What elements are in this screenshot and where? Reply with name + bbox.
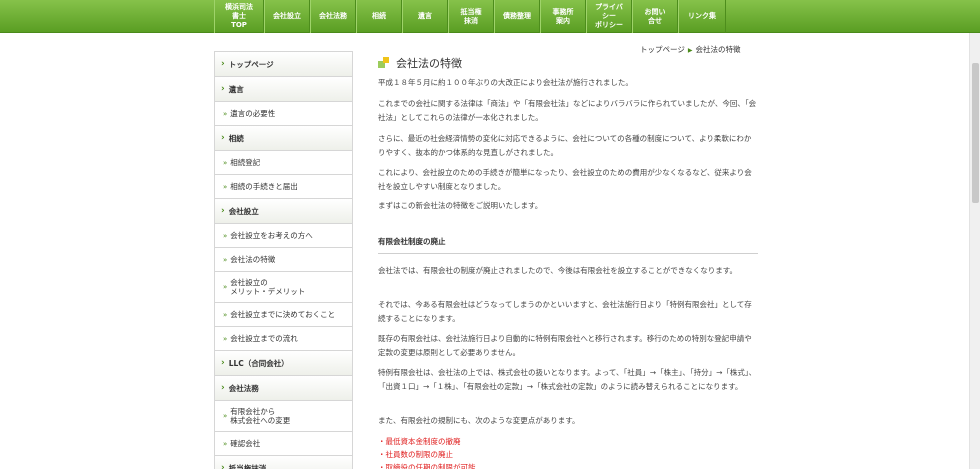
sidebar-category[interactable]: › 相続 [215, 126, 352, 151]
chevron-right-icon: › [221, 133, 225, 143]
double-chevron-right-icon: » [223, 439, 228, 448]
chevron-right-icon: › [221, 463, 225, 469]
section-paragraph: それでは、今ある有限会社はどうなってしまうのかといいますと、会社法施行日より「特… [378, 300, 752, 323]
sidebar-item-label: 有限会社から 株式会社への変更 [230, 407, 291, 425]
sidebar-item-label: 抵当権抹消 [228, 463, 267, 469]
nav-item[interactable]: 遺言 [402, 0, 448, 33]
page-title-block: 会社法の特徴 [378, 55, 462, 71]
sidebar-item-label: 遺言 [228, 84, 244, 94]
double-chevron-right-icon: » [223, 412, 228, 420]
sidebar-item-label: 相続の手続きと届出 [230, 182, 298, 191]
section-paragraph: また、有限会社の規制にも、次のような変更点があります。 [378, 416, 580, 425]
sidebar-item[interactable]: » 会社設立までの流れ [215, 327, 352, 351]
chevron-right-icon: › [221, 84, 225, 94]
sidebar-item-label: 会社設立までの流れ [230, 334, 298, 343]
sidebar-item[interactable]: » 会社法の特徴 [215, 248, 352, 272]
sidebar-item-label: 会社設立の メリット・デメリット [230, 278, 306, 296]
breadcrumb-current: 会社法の特徴 [695, 45, 741, 54]
chevron-right-icon: › [221, 206, 225, 216]
intro-paragraph: これまでの会社に関する法律は「商法」や「有限会社法」などによりバラバラに作られて… [378, 99, 757, 122]
breadcrumb-separator-icon: ▶ [687, 47, 693, 54]
section-paragraph: 会社法では、有限会社の制度が廃止されましたので、今後は有限会社を設立することがで… [378, 266, 737, 275]
sidebar-item-label: 相続登記 [230, 158, 261, 167]
nav-item[interactable]: 会社設立 [264, 0, 310, 33]
chevron-right-icon: › [221, 59, 225, 69]
double-chevron-right-icon: » [223, 310, 228, 319]
sidebar-item[interactable]: » 会社設立をお考えの方へ [215, 224, 352, 248]
double-chevron-right-icon: » [223, 109, 228, 118]
sidebar-category[interactable]: › 会社法務 [215, 376, 352, 401]
change-list-item: ・社員数の制限の廃止 [378, 450, 453, 459]
nav-item[interactable]: 相続 [356, 0, 402, 33]
sidebar-item-label: 遺言の必要性 [230, 109, 276, 118]
sidebar-item-label: 相続 [228, 133, 244, 143]
double-chevron-right-icon: » [223, 231, 228, 240]
intro-paragraph: これにより、会社設立のための手続きが簡単になったり、会社設立のための費用が少なく… [378, 168, 752, 191]
breadcrumb: トップページ ▶ 会社法の特徴 [640, 44, 740, 55]
section-paragraph: 既存の有限会社は、会社法施行日より自動的に特例有限会社へと移行されます。移行のた… [378, 334, 752, 357]
sidebar-item-label: 会社法の特徴 [230, 255, 276, 264]
sidebar-item[interactable]: » 相続登記 [215, 151, 352, 175]
sidebar-item-label: LLC（合同会社） [228, 358, 289, 368]
sidebar-category[interactable]: › 会社設立 [215, 199, 352, 224]
nav-item[interactable]: お問い 合せ [632, 0, 678, 33]
double-chevron-right-icon: » [223, 158, 228, 167]
double-chevron-right-icon: » [223, 283, 228, 291]
sidebar-item-label: 会社設立をお考えの方へ [230, 231, 313, 240]
nav-item[interactable]: リンク集 [678, 0, 726, 33]
sidebar-item-label: 会社設立 [228, 206, 259, 216]
sidebar-item-label: 確認会社 [230, 439, 261, 448]
top-navigation-bar: 横浜司法 書士 TOP 会社設立 会社法務 相続 遺言 抵当権 抹消 債務整理 事務所 案内プ… [0, 0, 980, 33]
sidebar-menu: › トップページ › 遺言» 遺言の必要性 › 相続» 相続登記» 相続の手続きと届出 › 会社設立… [214, 51, 353, 469]
sidebar-item[interactable]: » 遺言の必要性 [215, 102, 352, 126]
intro-paragraph: 平成１８年５月に約１００年ぶりの大改正により会社法が施行されました。 [378, 78, 633, 87]
double-chevron-right-icon: » [223, 182, 228, 191]
change-list-item: ・最低資本金制度の撤廃 [378, 437, 461, 446]
sidebar-item[interactable]: » 有限会社から 株式会社への変更 [215, 401, 352, 432]
breadcrumb-home-link[interactable]: トップページ [640, 45, 685, 54]
main-nav: 横浜司法 書士 TOP 会社設立 会社法務 相続 遺言 抵当権 抹消 債務整理 事務所 案内プ… [214, 0, 726, 33]
nav-item[interactable]: 横浜司法 書士 TOP [214, 0, 264, 33]
scrollbar-thumb[interactable] [972, 63, 979, 203]
chevron-right-icon: › [221, 383, 225, 393]
sidebar-category[interactable]: › トップページ [215, 52, 352, 77]
sidebar-category[interactable]: › LLC（合同会社） [215, 351, 352, 376]
sidebar-item[interactable]: » 会社設立までに決めておくこと [215, 303, 352, 327]
nav-item[interactable]: プライバ シー ポリシー [586, 0, 632, 33]
sidebar-category[interactable]: › 遺言 [215, 77, 352, 102]
sidebar-item[interactable]: » 相続の手続きと届出 [215, 175, 352, 199]
sidebar-item-label: トップページ [228, 59, 274, 69]
intro-paragraph: さらに、最近の社会経済情勢の変化に対応できるように、会社についての各種の制度につ… [378, 134, 752, 157]
intro-paragraph: まずはこの新会社法の特徴をご説明いたします。 [378, 201, 543, 210]
nav-item[interactable]: 抵当権 抹消 [448, 0, 494, 33]
section-paragraph: 特例有限会社は、会社法の上では、株式会社の扱いとなります。よって、「社員」→「株… [378, 368, 757, 391]
sidebar-category[interactable]: › 抵当権抹消 [215, 456, 352, 469]
nav-item[interactable]: 会社法務 [310, 0, 356, 33]
chevron-right-icon: › [221, 358, 225, 368]
double-chevron-right-icon: » [223, 255, 228, 264]
nav-item[interactable]: 事務所 案内 [540, 0, 586, 33]
change-list-item: ・取締役の任期の制限が可能 [378, 463, 476, 469]
page-title: 会社法の特徴 [396, 57, 462, 70]
sidebar-item-label: 会社法務 [228, 383, 259, 393]
sidebar-item[interactable]: » 会社設立の メリット・デメリット [215, 272, 352, 303]
double-chevron-right-icon: » [223, 334, 228, 343]
scrollbar[interactable] [969, 33, 980, 469]
sidebar-item[interactable]: » 確認会社 [215, 432, 352, 456]
section-heading: 有限会社制度の廃止 [378, 236, 758, 254]
title-square-icon [378, 57, 390, 69]
sidebar-item-label: 会社設立までに決めておくこと [230, 310, 336, 319]
nav-item[interactable]: 債務整理 [494, 0, 540, 33]
